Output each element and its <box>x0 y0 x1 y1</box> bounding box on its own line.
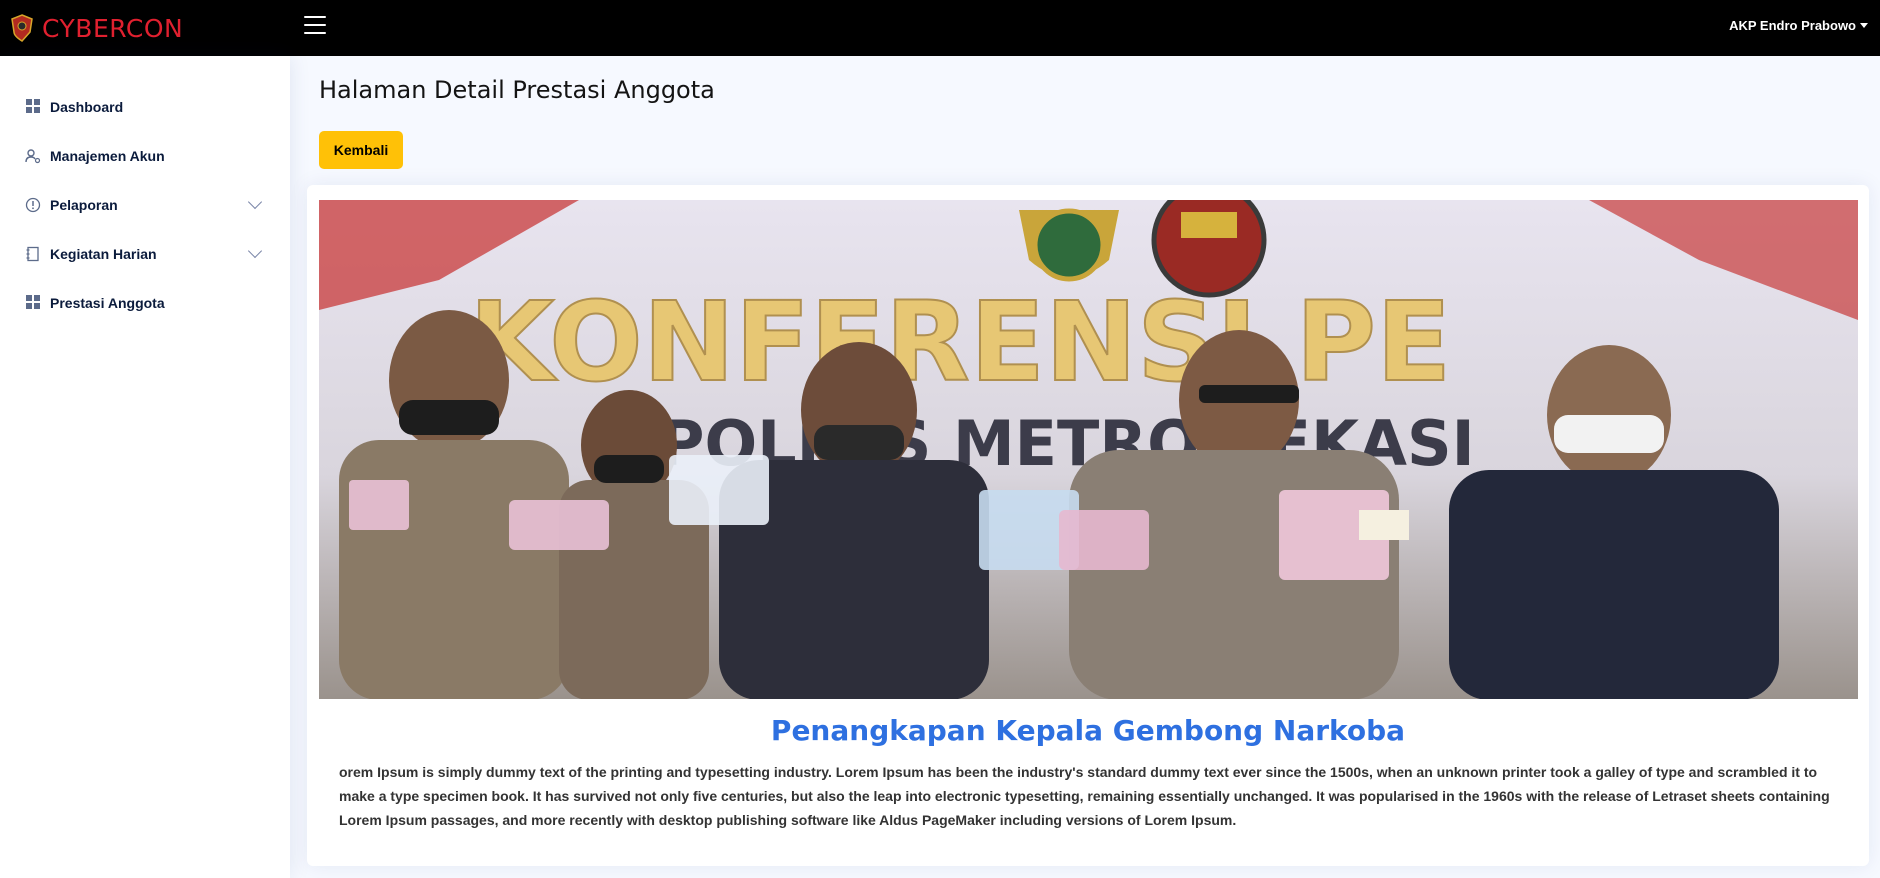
sidebar-item-manajemen-akun[interactable]: Manajemen Akun <box>0 131 290 180</box>
sidebar-item-kegiatan-harian[interactable]: Kegiatan Harian <box>0 229 290 278</box>
banner-text: KONFERENSI PE <box>469 278 1451 406</box>
chevron-down-icon[interactable] <box>247 194 263 210</box>
brand-name: CYBERCON <box>42 13 184 43</box>
sidebar-item-label: Kegiatan Harian <box>50 245 157 262</box>
article-photo: KONFERENSI PE POLRES METRO BEKASI <box>319 200 1858 699</box>
achievement-detail-card: KONFERENSI PE POLRES METRO BEKASI Penang… <box>307 185 1869 866</box>
sidebar-item-prestasi-anggota[interactable]: Prestasi Anggota <box>0 278 290 327</box>
sidebar-item-label: Pelaporan <box>50 196 118 213</box>
back-button[interactable]: Kembali <box>319 131 403 169</box>
sidebar-item-label: Manajemen Akun <box>50 147 165 164</box>
sidebar-item-label: Prestasi Anggota <box>50 294 165 311</box>
menu-toggle-icon[interactable] <box>304 14 326 36</box>
main-content: Halaman Detail Prestasi Anggota Kembali <box>290 56 1880 878</box>
user-gear-icon <box>24 147 42 165</box>
chevron-down-icon[interactable] <box>247 243 263 259</box>
sidebar-item-label: Dashboard <box>50 98 124 115</box>
grid-icon <box>24 98 42 116</box>
top-header: CYBERCON AKP Endro Prabowo <box>0 0 1880 56</box>
journal-icon <box>24 245 42 263</box>
article-body: orem Ipsum is simply dummy text of the p… <box>339 764 1830 828</box>
user-name: AKP Endro Prabowo <box>1729 18 1856 33</box>
sidebar-item-dashboard[interactable]: Dashboard <box>0 82 290 131</box>
article-title: Penangkapan Kepala Gembong Narkoba <box>770 714 1406 747</box>
alert-circle-icon <box>24 196 42 214</box>
grid-icon <box>24 294 42 312</box>
sidebar-item-pelaporan[interactable]: Pelaporan <box>0 180 290 229</box>
caret-down-icon <box>1860 23 1868 28</box>
page-title: Halaman Detail Prestasi Anggota <box>319 76 715 104</box>
police-badge-icon <box>11 14 33 42</box>
user-profile-dropdown[interactable]: AKP Endro Prabowo <box>1729 18 1868 33</box>
sidebar: Dashboard Manajemen Akun Pelaporan Kegia… <box>0 56 290 878</box>
brand-logo-link[interactable]: CYBERCON <box>0 0 290 56</box>
